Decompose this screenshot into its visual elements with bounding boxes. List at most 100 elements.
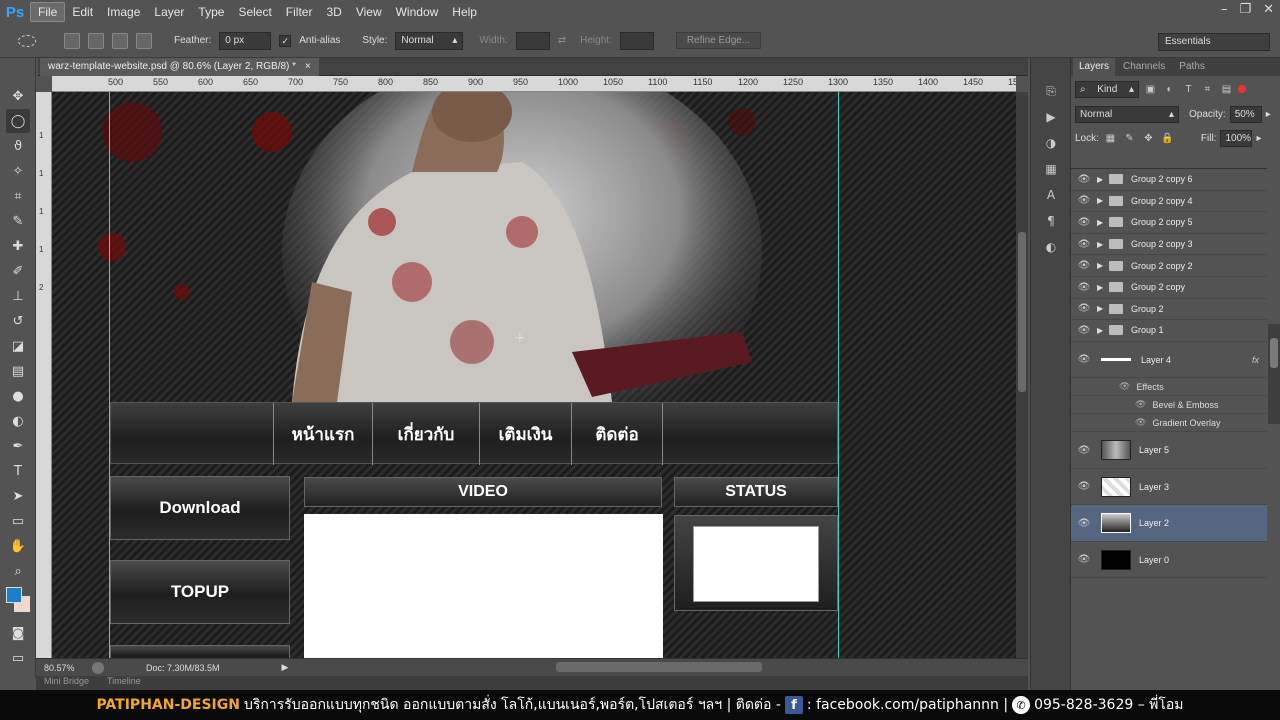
lock-all-icon[interactable]: 🔒	[1160, 131, 1175, 146]
path-selection-tool-icon[interactable]: ➤	[6, 484, 30, 508]
kind-filter-select[interactable]: ⌕ Kind ▴	[1075, 80, 1139, 98]
menu-window[interactable]: Window	[389, 3, 446, 21]
feather-input[interactable]: 0 px	[219, 31, 272, 50]
nav-home[interactable]: หน้าแรก	[273, 403, 372, 465]
topup-button[interactable]: TOPUP	[110, 560, 290, 624]
subtract-selection-icon[interactable]	[112, 32, 128, 49]
eye-icon[interactable]: 👁	[1071, 445, 1097, 456]
status-info-icon[interactable]	[92, 661, 104, 674]
layer-row[interactable]: 👁 ▶ Group 2 copy 4	[1071, 191, 1267, 213]
tab-paths[interactable]: Paths	[1173, 58, 1211, 76]
eye-icon[interactable]: 👁	[1071, 282, 1097, 293]
filter-type-icon[interactable]: T	[1181, 82, 1196, 97]
brush-tool-icon[interactable]: ✐	[6, 259, 30, 283]
layers-scroll-thumb[interactable]	[1270, 338, 1278, 368]
layer-row[interactable]: 👁 ▶ Group 2 copy	[1071, 277, 1267, 299]
healing-brush-tool-icon[interactable]: ✚	[6, 234, 30, 258]
menu-filter[interactable]: Filter	[279, 3, 320, 21]
blur-tool-icon[interactable]: ●	[6, 384, 30, 408]
zoom-level[interactable]: 80.57%	[44, 663, 84, 673]
layer-row[interactable]: 👁 ▶ Group 2 copy 6	[1071, 169, 1267, 191]
filter-adjustment-icon[interactable]: ◐	[1162, 82, 1177, 97]
clone-stamp-tool-icon[interactable]: ⊥	[6, 284, 30, 308]
expand-triangle-icon[interactable]: ▶	[1097, 283, 1109, 292]
eyedropper-tool-icon[interactable]: ✎	[6, 209, 30, 233]
nav-contact[interactable]: ติดต่อ	[571, 403, 663, 465]
add-selection-icon[interactable]	[88, 32, 104, 49]
menu-view[interactable]: View	[349, 3, 389, 21]
menu-file[interactable]: File	[30, 2, 66, 22]
vertical-scrollbar[interactable]	[1016, 92, 1028, 658]
elliptical-marquee-icon[interactable]	[18, 34, 36, 47]
menu-type[interactable]: Type	[191, 3, 231, 21]
gradient-tool-icon[interactable]: ▤	[6, 359, 30, 383]
expand-triangle-icon[interactable]: ▶	[1097, 240, 1109, 249]
lock-transparent-icon[interactable]: ▦	[1103, 131, 1118, 146]
eye-icon[interactable]: 👁	[1071, 554, 1097, 565]
eye-icon[interactable]: 👁	[1071, 260, 1097, 271]
layer-row[interactable]: 👁 ▶ Group 1	[1071, 320, 1267, 342]
rectangle-tool-icon[interactable]: ▭	[6, 509, 30, 533]
eraser-tool-icon[interactable]: ◪	[6, 334, 30, 358]
history-brush-tool-icon[interactable]: ↺	[6, 309, 30, 333]
opacity-arrow-icon[interactable]: ▸	[1266, 109, 1271, 120]
lasso-tool-icon[interactable]: ϑ	[6, 134, 30, 158]
quick-mask-icon[interactable]: ◙	[6, 621, 30, 645]
menu-layer[interactable]: Layer	[147, 3, 191, 21]
expand-triangle-icon[interactable]: ▶	[1097, 326, 1109, 335]
layer-row[interactable]: 👁 ▶ Group 2	[1071, 299, 1267, 321]
styles-panel-icon[interactable]: ◐	[1038, 236, 1064, 258]
minimize-button[interactable]: –	[1221, 2, 1228, 17]
eye-icon[interactable]: 👁	[1071, 354, 1097, 365]
filter-toggle-icon[interactable]	[1238, 85, 1246, 93]
refine-edge-button[interactable]: Refine Edge...	[675, 32, 762, 49]
layer-row[interactable]: 👁 Layer 3	[1071, 469, 1267, 506]
pen-tool-icon[interactable]: ✒	[6, 434, 30, 458]
magic-wand-tool-icon[interactable]: ✧	[6, 159, 30, 183]
intersect-selection-icon[interactable]	[136, 32, 152, 49]
crop-tool-icon[interactable]: ⌗	[6, 184, 30, 208]
eye-icon[interactable]: 👁	[1071, 195, 1097, 206]
screen-mode-icon[interactable]: ▭	[6, 646, 30, 670]
layer-row[interactable]: 👁 Layer 4 fx	[1071, 342, 1267, 379]
eye-icon[interactable]: 👁	[1071, 239, 1097, 250]
workspace-select[interactable]: Essentials	[1158, 33, 1270, 51]
horizontal-scroll-thumb[interactable]	[556, 662, 762, 672]
dodge-tool-icon[interactable]: ◐	[6, 409, 30, 433]
eye-icon[interactable]: 👁	[1071, 518, 1097, 529]
restore-button[interactable]: ❐	[1239, 2, 1251, 17]
eye-icon[interactable]: 👁	[1071, 174, 1097, 185]
fill-arrow-icon[interactable]: ▸	[1256, 133, 1261, 144]
status-menu-arrow-icon[interactable]: ▶	[282, 662, 289, 673]
expand-triangle-icon[interactable]: ▶	[1097, 261, 1109, 270]
tab-close-icon[interactable]: ×	[305, 61, 311, 72]
effects-row[interactable]: 👁 Effects	[1071, 378, 1267, 397]
menu-3d[interactable]: 3D	[319, 3, 348, 21]
height-input[interactable]	[619, 31, 654, 50]
document-canvas[interactable]: หน้าแรก เกี่ยวกับ เติมเงิน ติดต่อ Downlo…	[52, 92, 1016, 658]
eye-icon[interactable]: 👁	[1071, 325, 1097, 336]
download-button[interactable]: Download	[110, 476, 290, 540]
opacity-input[interactable]: 50%	[1229, 105, 1262, 123]
actions-panel-icon[interactable]: ▶	[1038, 106, 1064, 128]
eye-icon[interactable]: 👁	[1119, 381, 1130, 392]
expand-triangle-icon[interactable]: ▶	[1097, 196, 1109, 205]
layer-row[interactable]: 👁 ▶ Group 2 copy 3	[1071, 234, 1267, 256]
swatches-panel-icon[interactable]: ▦	[1038, 158, 1064, 180]
vertical-scroll-thumb[interactable]	[1018, 232, 1026, 392]
antialias-checkbox[interactable]: ✓	[279, 34, 292, 47]
new-selection-icon[interactable]	[64, 32, 80, 49]
blend-mode-select[interactable]: Normal ▴	[1075, 105, 1179, 123]
lock-image-icon[interactable]: ✎	[1122, 131, 1137, 146]
layer-row-selected[interactable]: 👁 Layer 2	[1071, 505, 1267, 542]
filter-pixel-icon[interactable]: ▣	[1143, 82, 1158, 97]
tab-channels[interactable]: Channels	[1117, 58, 1171, 76]
zoom-tool-icon[interactable]: ⌕	[6, 559, 30, 583]
effect-row[interactable]: 👁 Bevel & Emboss	[1071, 396, 1267, 415]
effect-row[interactable]: 👁 Gradient Overlay	[1071, 414, 1267, 433]
layer-row[interactable]: 👁 Layer 5	[1071, 432, 1267, 469]
eye-icon[interactable]: 👁	[1071, 303, 1097, 314]
menu-select[interactable]: Select	[231, 3, 278, 21]
filter-shape-icon[interactable]: ⌗	[1200, 82, 1215, 97]
swap-icon[interactable]: ⇄	[558, 35, 566, 46]
